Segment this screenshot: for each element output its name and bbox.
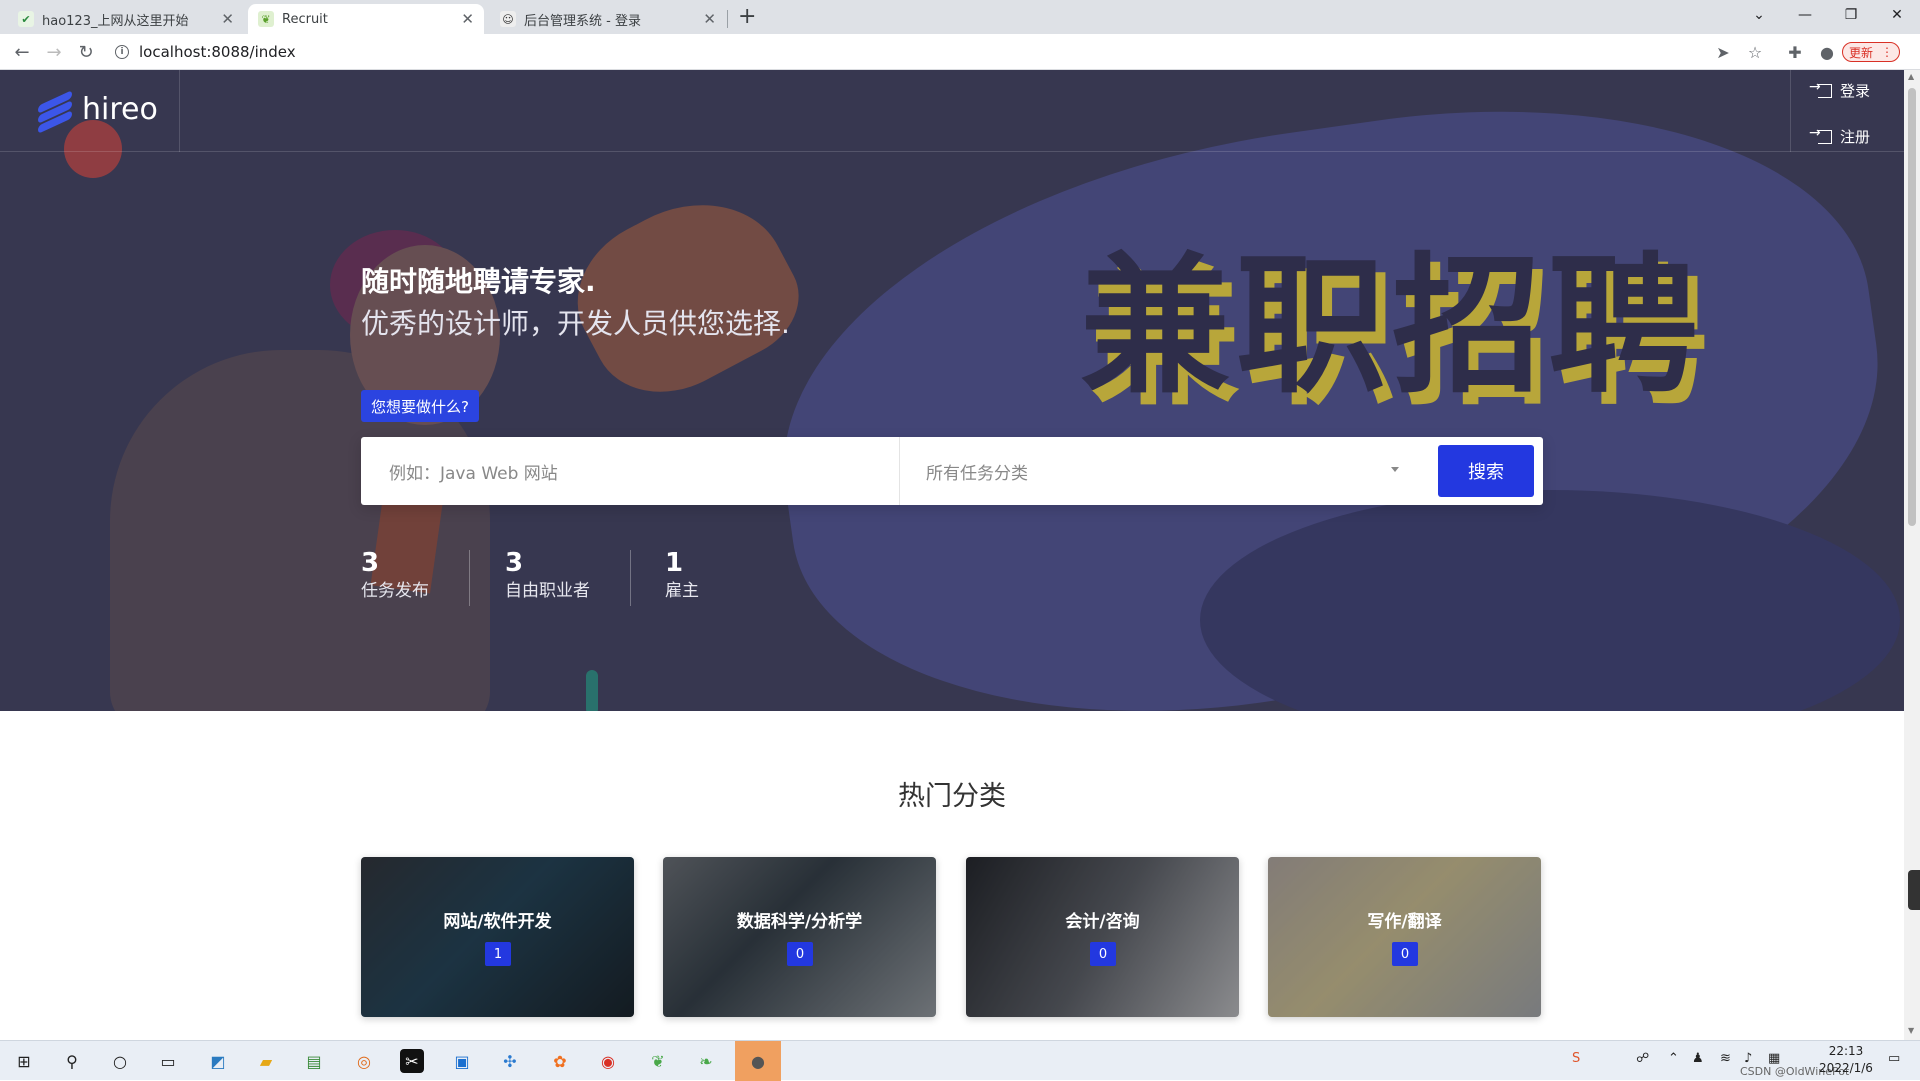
- hero-headline: 随时随地聘请专家.: [361, 265, 596, 298]
- scroll-down-icon[interactable]: ▼: [1908, 1026, 1914, 1035]
- category-select[interactable]: 所有任务分类: [926, 437, 1028, 505]
- search-button[interactable]: 搜索: [1438, 445, 1534, 497]
- app-icon[interactable]: ◩: [206, 1049, 230, 1073]
- extensions-puzzle-icon[interactable]: ✚: [1784, 41, 1806, 63]
- category-count-badge: 0: [1392, 942, 1418, 966]
- header-divider: [1790, 70, 1791, 152]
- chevron-down-icon[interactable]: [1391, 467, 1399, 472]
- windows-start-icon[interactable]: ⊞: [12, 1049, 36, 1073]
- url-field[interactable]: i localhost:8088/index: [115, 41, 296, 63]
- qq-icon[interactable]: ♟: [1692, 1051, 1704, 1066]
- system-clock[interactable]: 22:13 2022/1/6: [1806, 1043, 1886, 1077]
- hireo-logo-icon: [34, 88, 74, 134]
- stat-freelancers: 3 自由职业者: [505, 548, 590, 601]
- capcut-icon[interactable]: ✂: [400, 1049, 424, 1073]
- search-tool-icon[interactable]: ◎: [352, 1049, 376, 1073]
- browser-tab-bar: ✔ hao123_上网从这里开始 ✕ ❦ Recruit ✕ ☺ 后台管理系统 …: [0, 0, 1920, 34]
- meeting-icon[interactable]: ▣: [450, 1049, 474, 1073]
- register-link[interactable]: 注册: [1809, 125, 1870, 147]
- stat-tasks: 3 任务发布: [361, 548, 429, 601]
- send-icon[interactable]: ➤: [1712, 41, 1734, 63]
- side-feedback-tab[interactable]: [1908, 870, 1920, 910]
- csdn-tray-icon[interactable]: S: [1572, 1051, 1580, 1066]
- forward-arrow-icon[interactable]: →: [42, 40, 66, 64]
- volume-icon[interactable]: ♪: [1744, 1051, 1752, 1066]
- stat-employers: 1 雇主: [665, 548, 699, 601]
- tab-admin-login[interactable]: ☺ 后台管理系统 - 登录 ✕: [490, 4, 726, 34]
- keyword-search-input[interactable]: 例如：Java Web 网站: [389, 437, 558, 505]
- popular-categories-title: 热门分类: [898, 781, 1006, 812]
- banner-title: 兼职招聘: [1080, 240, 1705, 414]
- chrome-icon[interactable]: ◉: [596, 1049, 620, 1073]
- bookmark-star-icon[interactable]: ☆: [1744, 41, 1766, 63]
- menu-dots-icon: ⋮: [1881, 45, 1894, 59]
- close-tab-icon[interactable]: ✕: [461, 10, 474, 28]
- notepad-icon[interactable]: ▤: [302, 1049, 326, 1073]
- leaf-favicon-icon: ❦: [258, 11, 274, 27]
- leaf-app-icon[interactable]: ❦: [646, 1049, 670, 1073]
- category-card-writing[interactable]: 写作/翻译 0: [1268, 857, 1541, 1017]
- profile-avatar-icon[interactable]: ●: [1816, 41, 1838, 63]
- tab-search-icon[interactable]: ⌄: [1736, 0, 1782, 30]
- new-tab-button[interactable]: +: [738, 4, 756, 29]
- keyboard-icon[interactable]: ▦: [1768, 1051, 1780, 1066]
- close-window-icon[interactable]: ✕: [1874, 0, 1920, 30]
- admin-favicon-icon: ☺: [500, 11, 516, 27]
- category-count-badge: 1: [485, 942, 511, 966]
- stat-divider: [469, 550, 470, 606]
- close-tab-icon[interactable]: ✕: [703, 10, 716, 28]
- people-icon[interactable]: ☍: [1636, 1051, 1649, 1066]
- hero-subheadline: 优秀的设计师，开发人员供您选择.: [361, 307, 790, 340]
- login-link[interactable]: 登录: [1809, 79, 1870, 101]
- category-count-badge: 0: [787, 942, 813, 966]
- app-icon[interactable]: ✿: [548, 1049, 572, 1073]
- register-icon: [1809, 125, 1832, 144]
- task-view-icon[interactable]: ▭: [156, 1049, 180, 1073]
- category-card-data-science[interactable]: 数据科学/分析学 0: [663, 857, 936, 1017]
- os-taskbar: ⊞ ⚲ ○ ▭ ◩ ▰ ▤ ◎ ✂ ▣ ✣ ✿ ◉ ❦ ❧ ● S ☍ ⌃ ♟ …: [0, 1040, 1920, 1081]
- leaf-app-icon[interactable]: ❧: [694, 1049, 718, 1073]
- tab-hao123[interactable]: ✔ hao123_上网从这里开始 ✕: [8, 4, 244, 34]
- chevron-up-icon[interactable]: ⌃: [1668, 1051, 1679, 1066]
- recorder-icon[interactable]: ●: [746, 1049, 770, 1073]
- login-icon: [1809, 79, 1832, 98]
- hao123-favicon-icon: ✔: [18, 11, 34, 27]
- file-explorer-icon[interactable]: ▰: [254, 1049, 278, 1073]
- back-arrow-icon[interactable]: ←: [10, 40, 34, 64]
- tab-recruit[interactable]: ❦ Recruit ✕: [248, 4, 484, 34]
- update-button[interactable]: 更新 ⋮: [1842, 42, 1901, 62]
- scroll-up-icon[interactable]: ▲: [1908, 72, 1914, 81]
- tab-divider: [727, 10, 728, 28]
- hero-section: 兼职招聘 hireo 登录 注册 随时随地聘请专家. 优秀的设计师，开发人员供您…: [0, 70, 1904, 711]
- category-card-web-dev[interactable]: 网站/软件开发 1: [361, 857, 634, 1017]
- network-app-icon[interactable]: ✣: [498, 1049, 522, 1073]
- stat-divider: [630, 550, 631, 606]
- notification-icon[interactable]: ▭: [1888, 1051, 1900, 1066]
- ask-badge: 您想要做什么?: [361, 390, 479, 422]
- header-divider: [179, 70, 180, 152]
- close-tab-icon[interactable]: ✕: [221, 10, 234, 28]
- restore-icon[interactable]: ❐: [1828, 0, 1874, 30]
- minimize-icon[interactable]: —: [1782, 0, 1828, 30]
- category-count-badge: 0: [1090, 942, 1116, 966]
- site-header: hireo 登录 注册: [0, 70, 1904, 152]
- reload-icon[interactable]: ↻: [74, 40, 98, 64]
- logo[interactable]: hireo: [34, 88, 158, 134]
- scrollbar-thumb[interactable]: [1908, 88, 1916, 526]
- cortana-icon[interactable]: ○: [108, 1049, 132, 1073]
- site-info-icon[interactable]: i: [115, 45, 129, 59]
- search-form: 例如：Java Web 网站 所有任务分类 搜索: [361, 437, 1543, 505]
- search-divider: [899, 437, 900, 505]
- wifi-icon[interactable]: ≋: [1720, 1051, 1731, 1066]
- page-viewport: 兼职招聘 hireo 登录 注册 随时随地聘请专家. 优秀的设计师，开发人员供您…: [0, 70, 1904, 1040]
- category-card-accounting[interactable]: 会计/咨询 0: [966, 857, 1239, 1017]
- address-bar: ← → ↻ i localhost:8088/index ➤ ☆ ✚ ● 更新 …: [0, 34, 1920, 70]
- search-icon[interactable]: ⚲: [60, 1049, 84, 1073]
